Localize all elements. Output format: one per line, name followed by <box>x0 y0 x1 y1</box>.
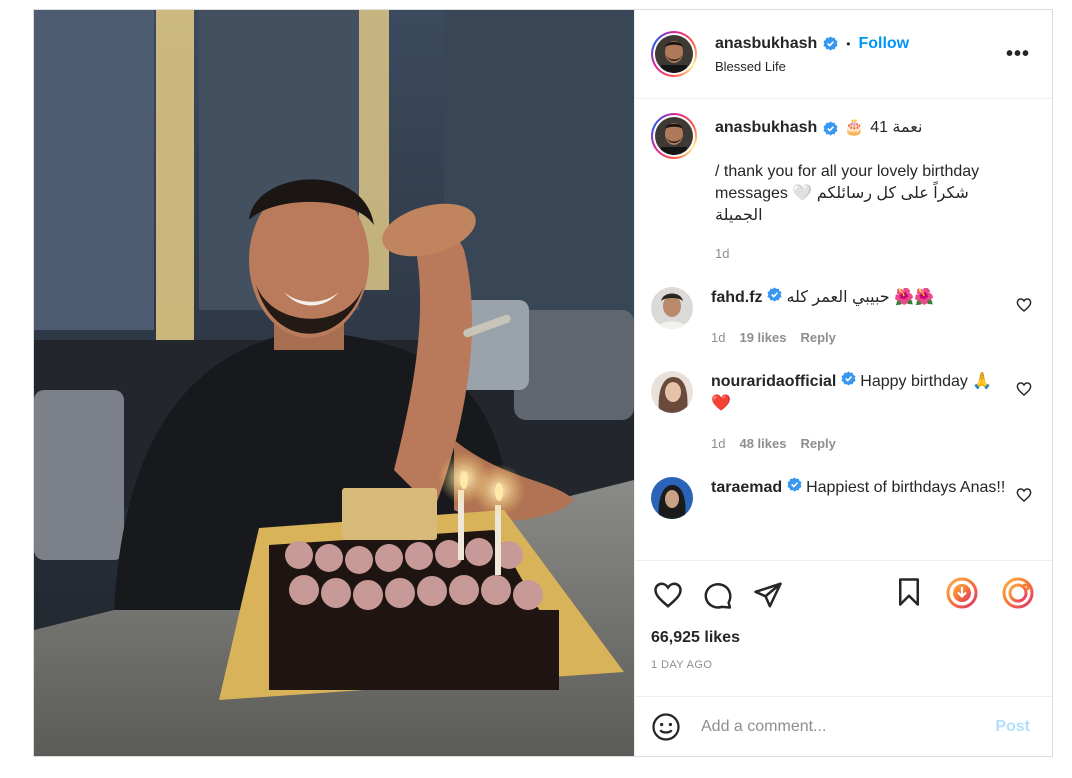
caption-rtl-heading: نعمة 41 <box>870 119 923 136</box>
comment-like-heart-icon[interactable] <box>1016 381 1032 397</box>
comment-time[interactable]: 1d <box>711 433 725 455</box>
verified-badge-icon <box>767 287 782 302</box>
commenter-avatar[interactable] <box>651 477 693 519</box>
repost-extension-button[interactable] <box>1002 577 1034 609</box>
commenter-avatar[interactable] <box>651 371 693 413</box>
reply-button[interactable]: Reply <box>800 433 835 455</box>
comment-likes[interactable]: 19 likes <box>739 327 786 349</box>
commenter-avatar[interactable] <box>651 287 693 329</box>
repost-extension-icon <box>1002 577 1034 609</box>
post-photo[interactable] <box>34 10 634 756</box>
separator-dot: • <box>846 36 851 51</box>
commenter-username[interactable]: nouraridaofficial <box>711 373 836 390</box>
emoji-icon[interactable] <box>651 712 681 742</box>
verified-badge-icon <box>823 120 838 136</box>
caption-time[interactable]: 1d <box>715 243 1015 265</box>
download-extension-icon <box>946 577 978 609</box>
post-time-ago[interactable]: 1 DAY AGO <box>635 658 1052 696</box>
author-username[interactable]: anasbukhash <box>715 35 817 53</box>
caption-username[interactable]: anasbukhash <box>715 117 817 139</box>
post-actions <box>635 560 1052 628</box>
author-avatar[interactable] <box>651 31 697 77</box>
cake-emoji: 🎂 <box>844 119 865 136</box>
likes-count[interactable]: 66,925 likes <box>635 628 1052 658</box>
comment-like-heart-icon[interactable] <box>1016 297 1032 313</box>
share-icon <box>754 582 782 607</box>
comment-button[interactable] <box>701 578 735 612</box>
follow-button[interactable]: Follow <box>858 35 909 53</box>
comment-text: حبيبي العمر كله 🌺🌺 <box>786 289 934 306</box>
comment-item: fahd.fz حبيبي العمر كله 🌺🌺 1d 19 likes R… <box>651 287 1036 349</box>
save-button[interactable] <box>894 577 924 607</box>
download-extension-button[interactable] <box>946 577 978 609</box>
comment-text: Happiest of birthdays Anas!! <box>806 479 1006 496</box>
verified-badge-icon <box>823 36 838 51</box>
post-header: anasbukhash • Follow Blessed Life ••• <box>635 10 1052 99</box>
post-location[interactable]: Blessed Life <box>715 59 909 74</box>
caption-avatar[interactable] <box>651 113 697 159</box>
instagram-post-modal: anasbukhash • Follow Blessed Life ••• an… <box>33 9 1053 757</box>
caption-text: / thank you for all your lovely birthday… <box>715 163 980 224</box>
comment-time[interactable]: 1d <box>711 327 725 349</box>
verified-badge-icon <box>841 371 856 386</box>
reply-button[interactable]: Reply <box>800 327 835 349</box>
verified-badge-icon <box>787 477 802 492</box>
post-caption: anasbukhash 🎂 نعمة 41 / thank you for al… <box>651 113 1036 265</box>
comment-composer: Post <box>635 696 1052 756</box>
comments-list[interactable]: anasbukhash 🎂 نعمة 41 / thank you for al… <box>635 99 1052 560</box>
like-button[interactable] <box>651 578 685 612</box>
comment-like-heart-icon[interactable] <box>1016 487 1032 503</box>
more-options-icon[interactable]: ••• <box>1006 44 1030 64</box>
comment-item: taraemad Happiest of birthdays Anas!! <box>651 477 1036 519</box>
bookmark-icon <box>899 578 919 606</box>
birthday-photo-illustration <box>34 10 634 756</box>
commenter-username[interactable]: taraemad <box>711 479 782 496</box>
post-comment-button[interactable]: Post <box>995 718 1030 736</box>
comment-likes[interactable]: 48 likes <box>739 433 786 455</box>
post-sidebar: anasbukhash • Follow Blessed Life ••• an… <box>634 10 1052 756</box>
comment-item: nouraridaofficial Happy birthday 🙏❤️ 1d … <box>651 371 1036 455</box>
commenter-username[interactable]: fahd.fz <box>711 289 763 306</box>
comment-icon <box>704 582 732 609</box>
share-button[interactable] <box>751 578 785 612</box>
heart-icon <box>654 581 682 608</box>
comment-input[interactable] <box>701 717 996 736</box>
